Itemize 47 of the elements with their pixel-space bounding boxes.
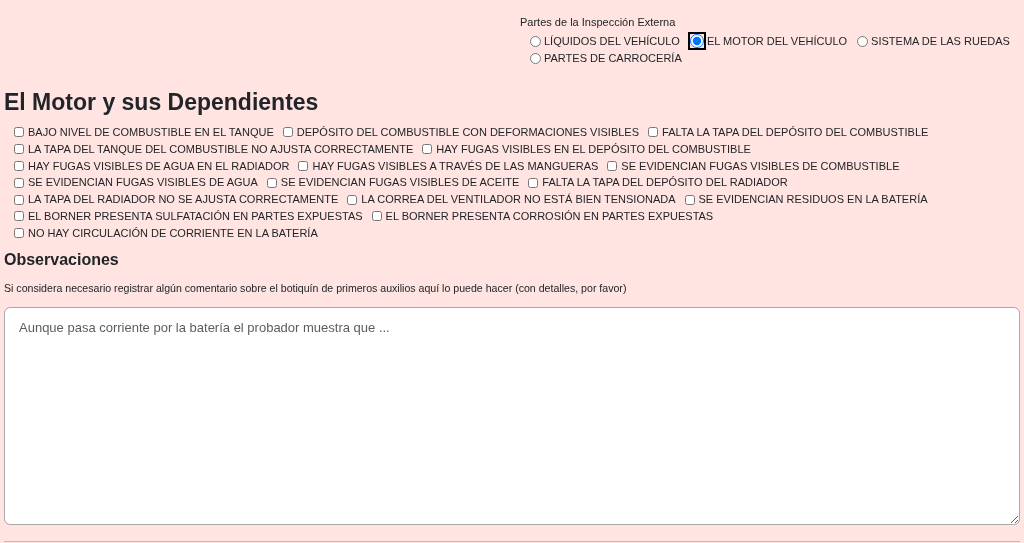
checkbox-label[interactable]: SE EVIDENCIAN FUGAS VISIBLES DE COMBUSTIBLE [621, 157, 900, 175]
checkbox[interactable] [422, 144, 433, 155]
section-subtitle: Observaciones [4, 249, 120, 269]
checkbox[interactable] [298, 161, 309, 172]
checkbox-label[interactable]: DEPÓSITO DEL COMBUSTIBLE CON DEFORMACIONES VISIBLES [296, 124, 640, 141]
checkbox[interactable] [14, 161, 24, 172]
option-label[interactable]: PARTES DE CARROCERÍA [544, 49, 682, 67]
checkbox[interactable] [282, 127, 293, 138]
checkbox-label[interactable]: HAY FUGAS VISIBLES DE AGUA EN EL RADIADOR [28, 157, 290, 175]
option-label[interactable]: LÍQUIDOS DEL VEHÍCULO [544, 32, 680, 50]
checkbox-label[interactable]: LA TAPA DEL RADIADOR NO SE AJUSTA CORRECTAMENTE [28, 191, 339, 209]
option-label[interactable]: EL MOTOR DEL VEHÍCULO [706, 32, 848, 50]
checkbox[interactable] [684, 194, 695, 205]
checkbox[interactable] [266, 177, 277, 188]
checkbox-label[interactable]: SE EVIDENCIAN FUGAS VISIBLES DE ACEITE [280, 174, 520, 192]
checkbox-label[interactable]: HAY FUGAS VISIBLES A TRAVÉS DE LAS MANGUERAS [312, 157, 599, 175]
checkbox[interactable] [14, 211, 24, 222]
section-title: El Motor y sus Dependientes [4, 88, 320, 117]
checkbox-label[interactable]: HAY FUGAS VISIBLES EN EL DEPÓSITO DEL COMBUSTIBLE [436, 140, 751, 158]
checkbox[interactable] [528, 177, 539, 188]
observations-field[interactable]: Aunque pasa corriente por la batería el probador muestra que ... [4, 306, 1020, 525]
checkbox[interactable] [14, 127, 24, 138]
checkbox[interactable] [347, 194, 358, 205]
checkbox-label[interactable]: BAJO NIVEL DE COMBUSTIBLE EN EL TANQUE [28, 124, 274, 141]
checkbox-label[interactable]: EL BORNER PRESENTA SULFATACIÓN EN PARTES EXPUESTAS [28, 208, 363, 225]
checkbox[interactable] [14, 194, 24, 205]
option-label[interactable]: SISTEMA DE LAS RUEDAS [871, 32, 1010, 50]
checkbox-label[interactable]: EL BORNER PRESENTA CORROSIÓN EN PARTES EXPUESTAS [385, 208, 714, 225]
checkbox[interactable] [371, 211, 382, 222]
radio-button[interactable] [689, 34, 704, 48]
checkbox[interactable] [14, 177, 24, 188]
checkbox-label[interactable]: SE EVIDENCIAN FUGAS VISIBLES DE AGUA [28, 174, 258, 192]
checkbox[interactable] [648, 127, 659, 138]
checkbox-label[interactable]: LA CORREA DEL VENTILADOR NO ESTÁ BIEN TENSIONADA [361, 191, 676, 209]
checkbox[interactable] [14, 228, 24, 239]
checkbox-label[interactable]: FALTA LA TAPA DEL DEPÓSITO DEL RADIADOR [542, 174, 788, 192]
hint-text: Si considera necesario registrar algún comentario sobre el botiquín de primeros auxilios aquí lo puede hacer (con detalles, por favor) [4, 280, 628, 296]
checkbox-label[interactable]: SE EVIDENCIAN RESIDUOS EN LA BATERÍA [698, 191, 928, 209]
radio-button[interactable] [530, 35, 541, 47]
checkbox[interactable] [607, 161, 618, 172]
radio-button[interactable] [530, 52, 541, 64]
radio-button[interactable] [857, 35, 869, 47]
checkbox-label[interactable]: FALTA LA TAPA DEL DEPÓSITO DEL COMBUSTIBLE [662, 124, 929, 141]
checkbox-label[interactable]: NO HAY CIRCULACIÓN DE CORRIENTE EN LA BATERÍA [28, 224, 318, 242]
checkbox-label[interactable]: LA TAPA DEL TANQUE DEL COMBUSTIBLE NO AJUSTA CORRECTAMENTE [28, 140, 414, 158]
group-label: Partes de la Inspección Externa [520, 15, 677, 30]
checkbox[interactable] [14, 144, 24, 155]
